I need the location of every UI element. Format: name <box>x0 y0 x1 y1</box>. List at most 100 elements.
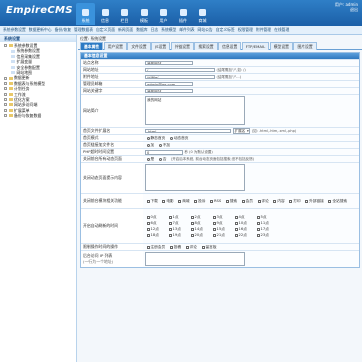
php-timeout-input[interactable]: 0 <box>145 150 183 155</box>
close-module-option[interactable]: 投诉 <box>193 199 206 204</box>
submenu-link[interactable]: 权限管理 <box>238 27 253 33</box>
expand-icon[interactable] <box>4 76 7 80</box>
submenu-link[interactable]: 附件管理 <box>256 27 271 33</box>
close-dynamic-radio[interactable] <box>146 157 150 161</box>
hour-option[interactable]: 3点 <box>211 215 233 220</box>
close-module-option[interactable]: 商城 <box>177 199 190 204</box>
hour-option[interactable]: 13点 <box>167 227 189 232</box>
expand-icon[interactable] <box>4 81 7 85</box>
submenu-link[interactable]: 数据库 <box>136 27 147 33</box>
expand-icon[interactable] <box>4 98 7 102</box>
hour-option[interactable]: 16点 <box>233 227 255 232</box>
hour-option[interactable]: 0点 <box>145 215 167 220</box>
tab[interactable]: 模型设置 <box>269 42 293 50</box>
hour-checkbox[interactable] <box>168 234 172 238</box>
hour-option[interactable]: 2点 <box>189 215 211 220</box>
submenu-link[interactable]: 数据更新中心 <box>29 27 52 33</box>
limit-time-option[interactable]: 评论 <box>184 245 197 250</box>
hour-checkbox[interactable] <box>234 221 238 225</box>
expand-icon[interactable] <box>4 87 7 91</box>
submenu-link[interactable]: 系统模型 <box>161 27 176 33</box>
hour-option[interactable]: 23点 <box>255 233 277 238</box>
limit-time-option[interactable]: 注册会员 <box>145 245 165 250</box>
attach-url-input[interactable]: /d/file/ <box>145 74 215 80</box>
hour-checkbox[interactable] <box>168 215 172 219</box>
description-textarea[interactable]: 我的网站 <box>145 96 245 125</box>
hour-option[interactable]: 22点 <box>233 233 255 238</box>
close-module-checkbox[interactable] <box>241 199 245 203</box>
close-dynamic-radio[interactable] <box>158 157 162 161</box>
expand-icon[interactable] <box>4 44 7 48</box>
submenu-link[interactable]: 备份/恢复 <box>55 27 71 33</box>
hour-option[interactable]: 18点 <box>145 233 167 238</box>
limit-time-checkbox[interactable] <box>185 245 189 249</box>
hour-checkbox[interactable] <box>146 227 150 231</box>
hour-checkbox[interactable] <box>212 234 216 238</box>
hour-option[interactable]: 17点 <box>255 227 277 232</box>
tab[interactable]: 搜索设置 <box>194 42 218 50</box>
hour-checkbox[interactable] <box>146 234 150 238</box>
limit-time-checkbox[interactable] <box>146 245 150 249</box>
close-dynamic-option[interactable]: 是 <box>145 157 154 162</box>
hour-checkbox[interactable] <box>212 215 216 219</box>
submenu-link[interactable]: 网站公告 <box>198 27 213 33</box>
hour-option[interactable]: 4点 <box>233 215 255 220</box>
hour-option[interactable]: 20点 <box>189 233 211 238</box>
hour-option[interactable]: 19点 <box>167 233 189 238</box>
hour-option[interactable]: 7点 <box>167 221 189 226</box>
close-module-checkbox[interactable] <box>328 199 332 203</box>
close-module-checkbox[interactable] <box>257 199 261 203</box>
tab[interactable]: FTP/EMAIL <box>241 42 270 50</box>
close-module-option[interactable]: 外部链接 <box>304 199 324 204</box>
hour-checkbox[interactable] <box>256 221 260 225</box>
limit-time-option[interactable]: 投稿 <box>168 245 181 250</box>
nav-item[interactable]: 插件 <box>174 3 193 25</box>
hour-checkbox[interactable] <box>146 215 150 219</box>
close-module-checkbox[interactable] <box>305 199 309 203</box>
submenu-link[interactable]: 系统参数设置 <box>3 27 26 33</box>
hour-option[interactable]: 6点 <box>145 221 167 226</box>
tab[interactable]: 外链设置 <box>170 42 194 50</box>
close-module-checkbox[interactable] <box>273 199 277 203</box>
limit-time-checkbox[interactable] <box>169 245 173 249</box>
expand-icon[interactable] <box>4 103 7 107</box>
hour-option[interactable]: 10点 <box>233 221 255 226</box>
hour-option[interactable]: 1点 <box>167 215 189 220</box>
close-module-checkbox[interactable] <box>210 199 213 203</box>
limit-time-option[interactable]: 留言板 <box>200 245 217 250</box>
close-module-option[interactable]: 搜索 <box>224 199 237 204</box>
index-file-radio[interactable] <box>158 143 162 147</box>
hour-option[interactable]: 9点 <box>211 221 233 226</box>
submenu-link[interactable]: 日志 <box>151 27 159 33</box>
index-ext-select[interactable]: 扩展名 <box>232 128 251 135</box>
limit-time-checkbox[interactable] <box>201 245 205 249</box>
close-module-option[interactable]: 电影 <box>161 199 174 204</box>
site-url-input[interactable]: / <box>145 67 215 73</box>
index-mode-option[interactable]: 动态首页 <box>168 136 189 141</box>
expand-icon[interactable] <box>4 108 7 112</box>
nav-item[interactable]: 系统 <box>76 3 95 25</box>
tab[interactable]: 图片设置 <box>293 42 317 50</box>
hour-checkbox[interactable] <box>190 215 194 219</box>
nav-item[interactable]: 用户 <box>154 3 173 25</box>
index-mode-radio[interactable] <box>146 136 150 140</box>
forbid-ip-textarea[interactable] <box>145 252 245 267</box>
hour-checkbox[interactable] <box>168 227 172 231</box>
nav-item[interactable]: 信息 <box>96 3 115 25</box>
submenu-link[interactable]: 管理数据表 <box>74 27 93 33</box>
hour-checkbox[interactable] <box>234 227 238 231</box>
index-ext-input[interactable]: .html <box>145 129 231 134</box>
hour-checkbox[interactable] <box>256 215 260 219</box>
tab[interactable]: 用户设置 <box>103 42 127 50</box>
submenu-link[interactable]: 自定义页面 <box>96 27 115 33</box>
close-module-option[interactable]: 下载 <box>145 199 158 204</box>
hour-option[interactable]: 12点 <box>145 227 167 232</box>
close-module-option[interactable]: RSS <box>209 199 221 203</box>
index-mode-radio[interactable] <box>169 136 173 140</box>
submenu-link[interactable]: 在线管理 <box>274 27 289 33</box>
close-module-checkbox[interactable] <box>162 199 166 203</box>
hour-checkbox[interactable] <box>212 227 216 231</box>
close-module-option[interactable]: 评论 <box>256 199 269 204</box>
close-module-option[interactable]: 全站搜索 <box>327 199 347 204</box>
index-file-option[interactable]: 不加 <box>157 143 170 148</box>
